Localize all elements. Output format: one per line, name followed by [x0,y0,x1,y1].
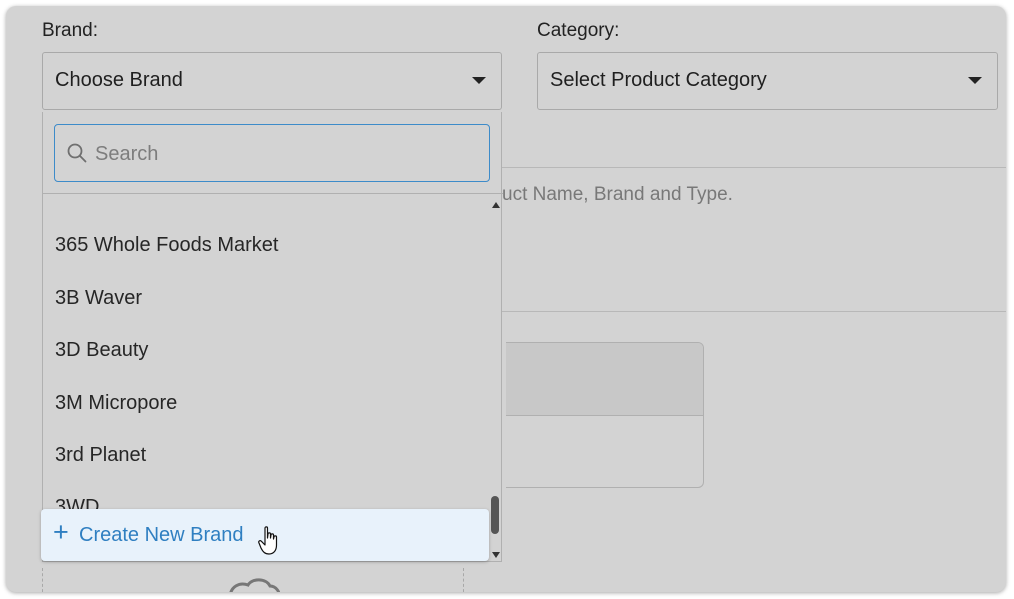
create-new-brand-label: Create New Brand [79,524,244,546]
scrollbar-thumb[interactable] [491,496,499,534]
search-icon [67,143,87,163]
scroll-up-arrow-icon[interactable] [492,202,500,208]
brand-select[interactable]: Choose Brand [42,52,502,110]
caret-down-icon [472,77,486,84]
search-box[interactable] [54,124,490,182]
category-select-value: Select Product Category [550,69,767,91]
search-input[interactable] [93,138,477,170]
brand-option[interactable]: 3D Beauty [55,339,148,362]
divider [502,311,1006,312]
scroll-down-arrow-icon[interactable] [492,552,500,558]
brand-option[interactable]: 365 Whole Foods Market [55,234,278,257]
category-label: Category: [537,20,620,41]
hand-cursor-icon [258,526,278,555]
brand-dropdown: 365 Whole Foods Market 3B Waver 3D Beaut… [42,112,503,562]
brand-option[interactable]: 3B Waver [55,287,142,310]
divider [502,167,1006,168]
brand-select-value: Choose Brand [55,69,183,91]
brand-option[interactable]: 3M Micropore [55,392,177,415]
table-header [506,343,703,416]
brand-label: Brand: [42,20,98,41]
hint-text: uct Name, Brand and Type. [502,184,733,205]
caret-down-icon [968,77,982,84]
scrollbar[interactable] [490,196,502,560]
cloud-icon [229,578,280,592]
brand-option[interactable]: 3rd Planet [55,444,146,467]
brand-list: 365 Whole Foods Market 3B Waver 3D Beaut… [43,194,488,560]
table-preview [506,342,704,488]
plus-icon: + [53,517,69,547]
category-select[interactable]: Select Product Category [537,52,998,110]
app-frame: Brand: Choose Brand Category: Select Pro… [6,6,1006,592]
